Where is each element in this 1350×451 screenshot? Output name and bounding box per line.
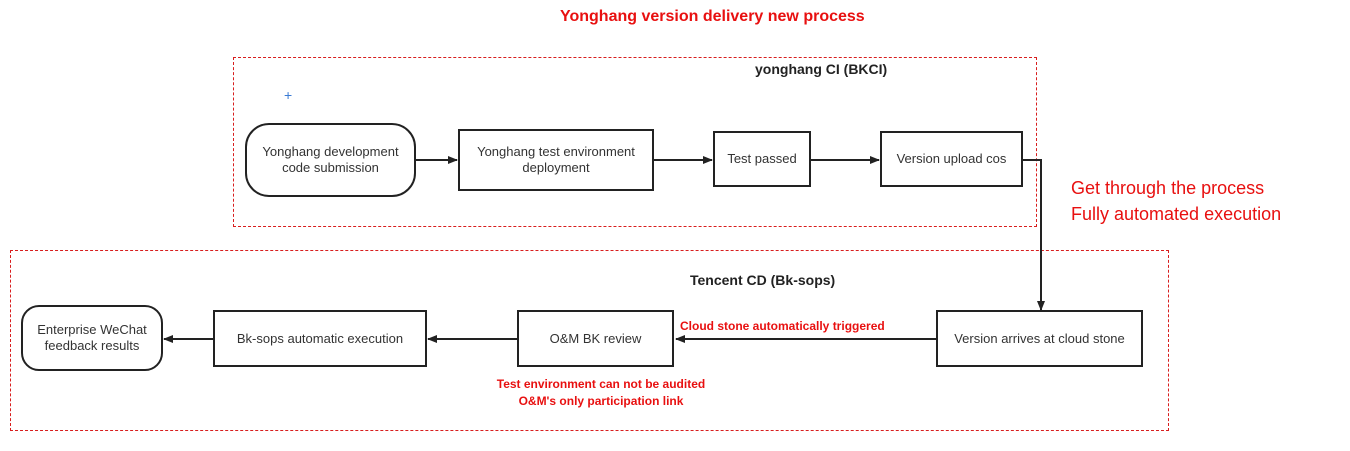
side-note-line1: Get through the process bbox=[1071, 178, 1265, 198]
node-wechat-feedback: Enterprise WeChat feedback results bbox=[21, 305, 163, 371]
node-test-deploy: Yonghang test environment deployment bbox=[458, 129, 654, 191]
review-note-line2: O&M's only participation link bbox=[518, 394, 684, 408]
node-upload-cos: Version upload cos bbox=[880, 131, 1023, 187]
node-om-review: O&M BK review bbox=[517, 310, 674, 367]
node-dev-submit: Yonghang development code submission bbox=[245, 123, 416, 197]
node-auto-exec: Bk-sops automatic execution bbox=[213, 310, 427, 367]
edge-upload-to-arrives bbox=[1023, 159, 1045, 311]
review-note-line1: Test environment can not be audited bbox=[496, 377, 706, 391]
node-arrives-cloud: Version arrives at cloud stone bbox=[936, 310, 1143, 367]
edge-label-cloud-trigger: Cloud stone automatically triggered bbox=[680, 319, 885, 333]
side-note-line2: Fully automated execution bbox=[1071, 204, 1282, 224]
node-test-passed: Test passed bbox=[713, 131, 811, 187]
